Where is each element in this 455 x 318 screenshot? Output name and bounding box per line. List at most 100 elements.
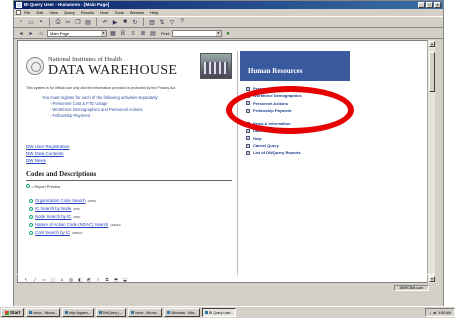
menu-results[interactable]: Results (81, 9, 94, 16)
magnifier-icon (26, 184, 30, 188)
line-color-icon[interactable]: ◩ (86, 277, 92, 282)
text-align-center-icon[interactable]: ≣ (139, 30, 147, 38)
volume-icon[interactable]: ♪ (429, 311, 431, 315)
menu-host[interactable]: Host (100, 9, 108, 16)
image-icon[interactable]: ▨ (68, 277, 74, 282)
menu-view[interactable]: View (49, 9, 58, 16)
title-bar: BI Query User - Humanres - [Main Page] _… (14, 1, 443, 9)
refresh-icon[interactable]: ↻ (131, 18, 139, 26)
folder-icon (167, 311, 171, 314)
copy-icon[interactable]: ❐ (74, 18, 82, 26)
list-item: CAN Search by IC (95937) (29, 229, 121, 237)
browser-icon (98, 311, 102, 314)
ellipse-icon[interactable]: ◯ (50, 277, 56, 282)
save-icon[interactable]: ▪ (37, 18, 45, 26)
forward-icon[interactable]: ▸ (27, 30, 35, 38)
menu-help[interactable]: Help (150, 9, 158, 16)
list-item[interactable]: Cancel Query (246, 142, 301, 149)
hr-header: Human Resources (240, 51, 350, 81)
chart-icon[interactable]: ▥ (148, 18, 156, 26)
link-dw-news[interactable]: DW News (26, 157, 70, 164)
codes-heading: Codes and Descriptions (26, 170, 97, 178)
maximize-button[interactable]: □ (426, 2, 433, 8)
link-user-registration[interactable]: DW User Registration (26, 143, 70, 150)
nih-seal-icon (26, 57, 44, 75)
new-icon[interactable]: ▫ (17, 18, 25, 26)
magnifier-icon[interactable] (29, 199, 33, 203)
line-icon[interactable]: ╱ (32, 277, 38, 282)
rectangle-icon[interactable]: ▭ (41, 277, 47, 282)
back-icon[interactable]: ⬓ (122, 277, 128, 282)
page-select[interactable]: Main Page ▼ (47, 30, 107, 37)
start-button[interactable]: Start (1, 308, 25, 317)
taskbar-item[interactable]: DWQuery | ... (95, 308, 127, 317)
menu-tools[interactable]: Tools (114, 9, 123, 16)
toolbar-separator (96, 18, 97, 26)
code-search-link[interactable]: Node Search by IC (35, 213, 71, 221)
outlook-icon (131, 311, 135, 314)
back-icon[interactable]: ◂ (17, 30, 25, 38)
menu-window[interactable]: Window (130, 9, 144, 16)
find-input[interactable]: ▼ (171, 30, 222, 37)
taskbar-item[interactable]: Windows - Micr... (164, 308, 201, 317)
open-icon[interactable]: ▭ (27, 18, 35, 26)
page-select-value: Main Page (50, 31, 70, 36)
taskbar-item[interactable]: Inbox - Micros... (128, 308, 163, 317)
codes-list: Organization Code Search (1052) IC Searc… (29, 197, 121, 237)
magnifier-icon[interactable] (29, 207, 33, 211)
fill-color-icon[interactable]: ◧ (77, 277, 83, 282)
magnifier-icon[interactable] (29, 215, 33, 219)
logo-title: DATA WAREHOUSE (48, 63, 178, 78)
code-search-link[interactable]: Nature of Action Code (NOAC) Search (35, 221, 108, 229)
pointer-icon[interactable]: ↖ (23, 277, 29, 282)
table-icon[interactable]: ▤ (149, 30, 157, 38)
list-item[interactable]: Help (246, 135, 301, 142)
code-search-link[interactable]: Organization Code Search (35, 197, 86, 205)
close-button[interactable]: × (434, 2, 441, 8)
list-item[interactable]: List of DWQuery Reports (246, 149, 301, 156)
network-icon[interactable]: ⇄ (433, 311, 436, 315)
stop-icon[interactable]: ■ (121, 18, 129, 26)
paste-icon[interactable]: ▤ (84, 18, 92, 26)
standard-toolbar: ▫ ▭ ▪ ⎙ ✂ ❐ ▤ ↶ ▶ ■ ↻ ▥ ⇅ ▽ ? (14, 16, 443, 28)
filter-icon[interactable]: ▽ (168, 18, 176, 26)
taskbar-item[interactable]: http://appsrv... (62, 308, 94, 317)
navigation-bar: ◂ ▸ ⌂ Main Page ▼ ▦ B ≡ ≣ ▤ Find: ▼ ● (14, 29, 443, 39)
chevron-down-icon: ▼ (215, 31, 221, 36)
code-search-link[interactable]: CAN Search by IC (35, 229, 70, 237)
scroll-thumb[interactable] (429, 52, 435, 92)
home-icon[interactable]: ⌂ (37, 30, 45, 38)
layout-icon[interactable]: ▦ (109, 30, 117, 38)
group-icon[interactable]: ⧉ (104, 277, 110, 282)
vertical-scrollbar[interactable]: ▲ ▼ (427, 40, 435, 283)
magnifier-icon[interactable] (29, 231, 33, 235)
code-search-link[interactable]: IC Search by Node (35, 205, 71, 213)
text-align-left-icon[interactable]: ≡ (129, 30, 137, 38)
taskbar-item-active[interactable]: BI Query User... (202, 308, 237, 317)
find-label: Find: (161, 31, 170, 36)
text-bold-icon[interactable]: B (119, 30, 127, 38)
text-icon[interactable]: A (59, 277, 65, 282)
taskbar-item[interactable]: Inbox - Micros... (26, 308, 61, 317)
print-icon[interactable]: ⎙ (54, 18, 62, 26)
browser-icon (65, 311, 69, 314)
align-icon[interactable]: ≡ (95, 277, 101, 282)
minimize-button[interactable]: _ (418, 2, 425, 8)
menu-file[interactable]: File (24, 9, 30, 16)
cut-icon[interactable]: ✂ (64, 18, 72, 26)
hr-title: Human Resources (248, 67, 303, 75)
menu-edit[interactable]: Edit (36, 9, 43, 16)
help-icon[interactable]: ? (178, 18, 186, 26)
find-next-icon[interactable]: ● (224, 30, 232, 38)
code-count: (507) (73, 207, 81, 211)
menu-query[interactable]: Query (64, 9, 75, 16)
sort-icon[interactable]: ⇅ (158, 18, 166, 26)
link-data-contents[interactable]: DW Data Contents (26, 150, 70, 157)
run-query-icon[interactable]: ▶ (111, 18, 119, 26)
magnifier-icon[interactable] (29, 223, 33, 227)
front-icon[interactable]: ⬒ (113, 277, 119, 282)
list-icon (246, 150, 250, 155)
undo-icon[interactable]: ↶ (101, 18, 109, 26)
scroll-up-icon[interactable]: ▲ (429, 41, 435, 47)
toolbar-separator (143, 18, 144, 26)
